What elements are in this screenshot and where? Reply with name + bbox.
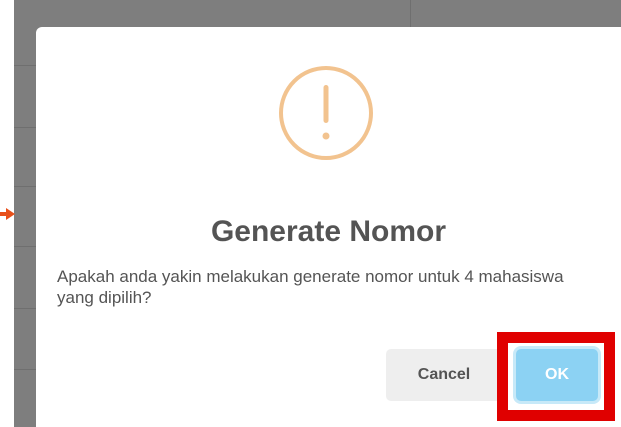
warning-icon	[279, 66, 373, 160]
screen: Generate Nomor Apakah anda yakin melakuk…	[0, 0, 621, 427]
cancel-button[interactable]: Cancel	[386, 349, 502, 401]
background-divider	[14, 246, 36, 247]
dialog-title: Generate Nomor	[210, 215, 447, 248]
background-divider	[14, 308, 36, 309]
background-divider	[14, 127, 36, 128]
background-divider	[410, 0, 411, 27]
dialog-message: Apakah anda yakin melakukan generate nom…	[57, 267, 564, 307]
background-divider	[14, 369, 36, 370]
annotation-arrow-icon	[6, 208, 15, 220]
background-divider	[14, 65, 36, 66]
background-divider	[14, 186, 36, 187]
annotation-highlight-box	[497, 332, 615, 421]
